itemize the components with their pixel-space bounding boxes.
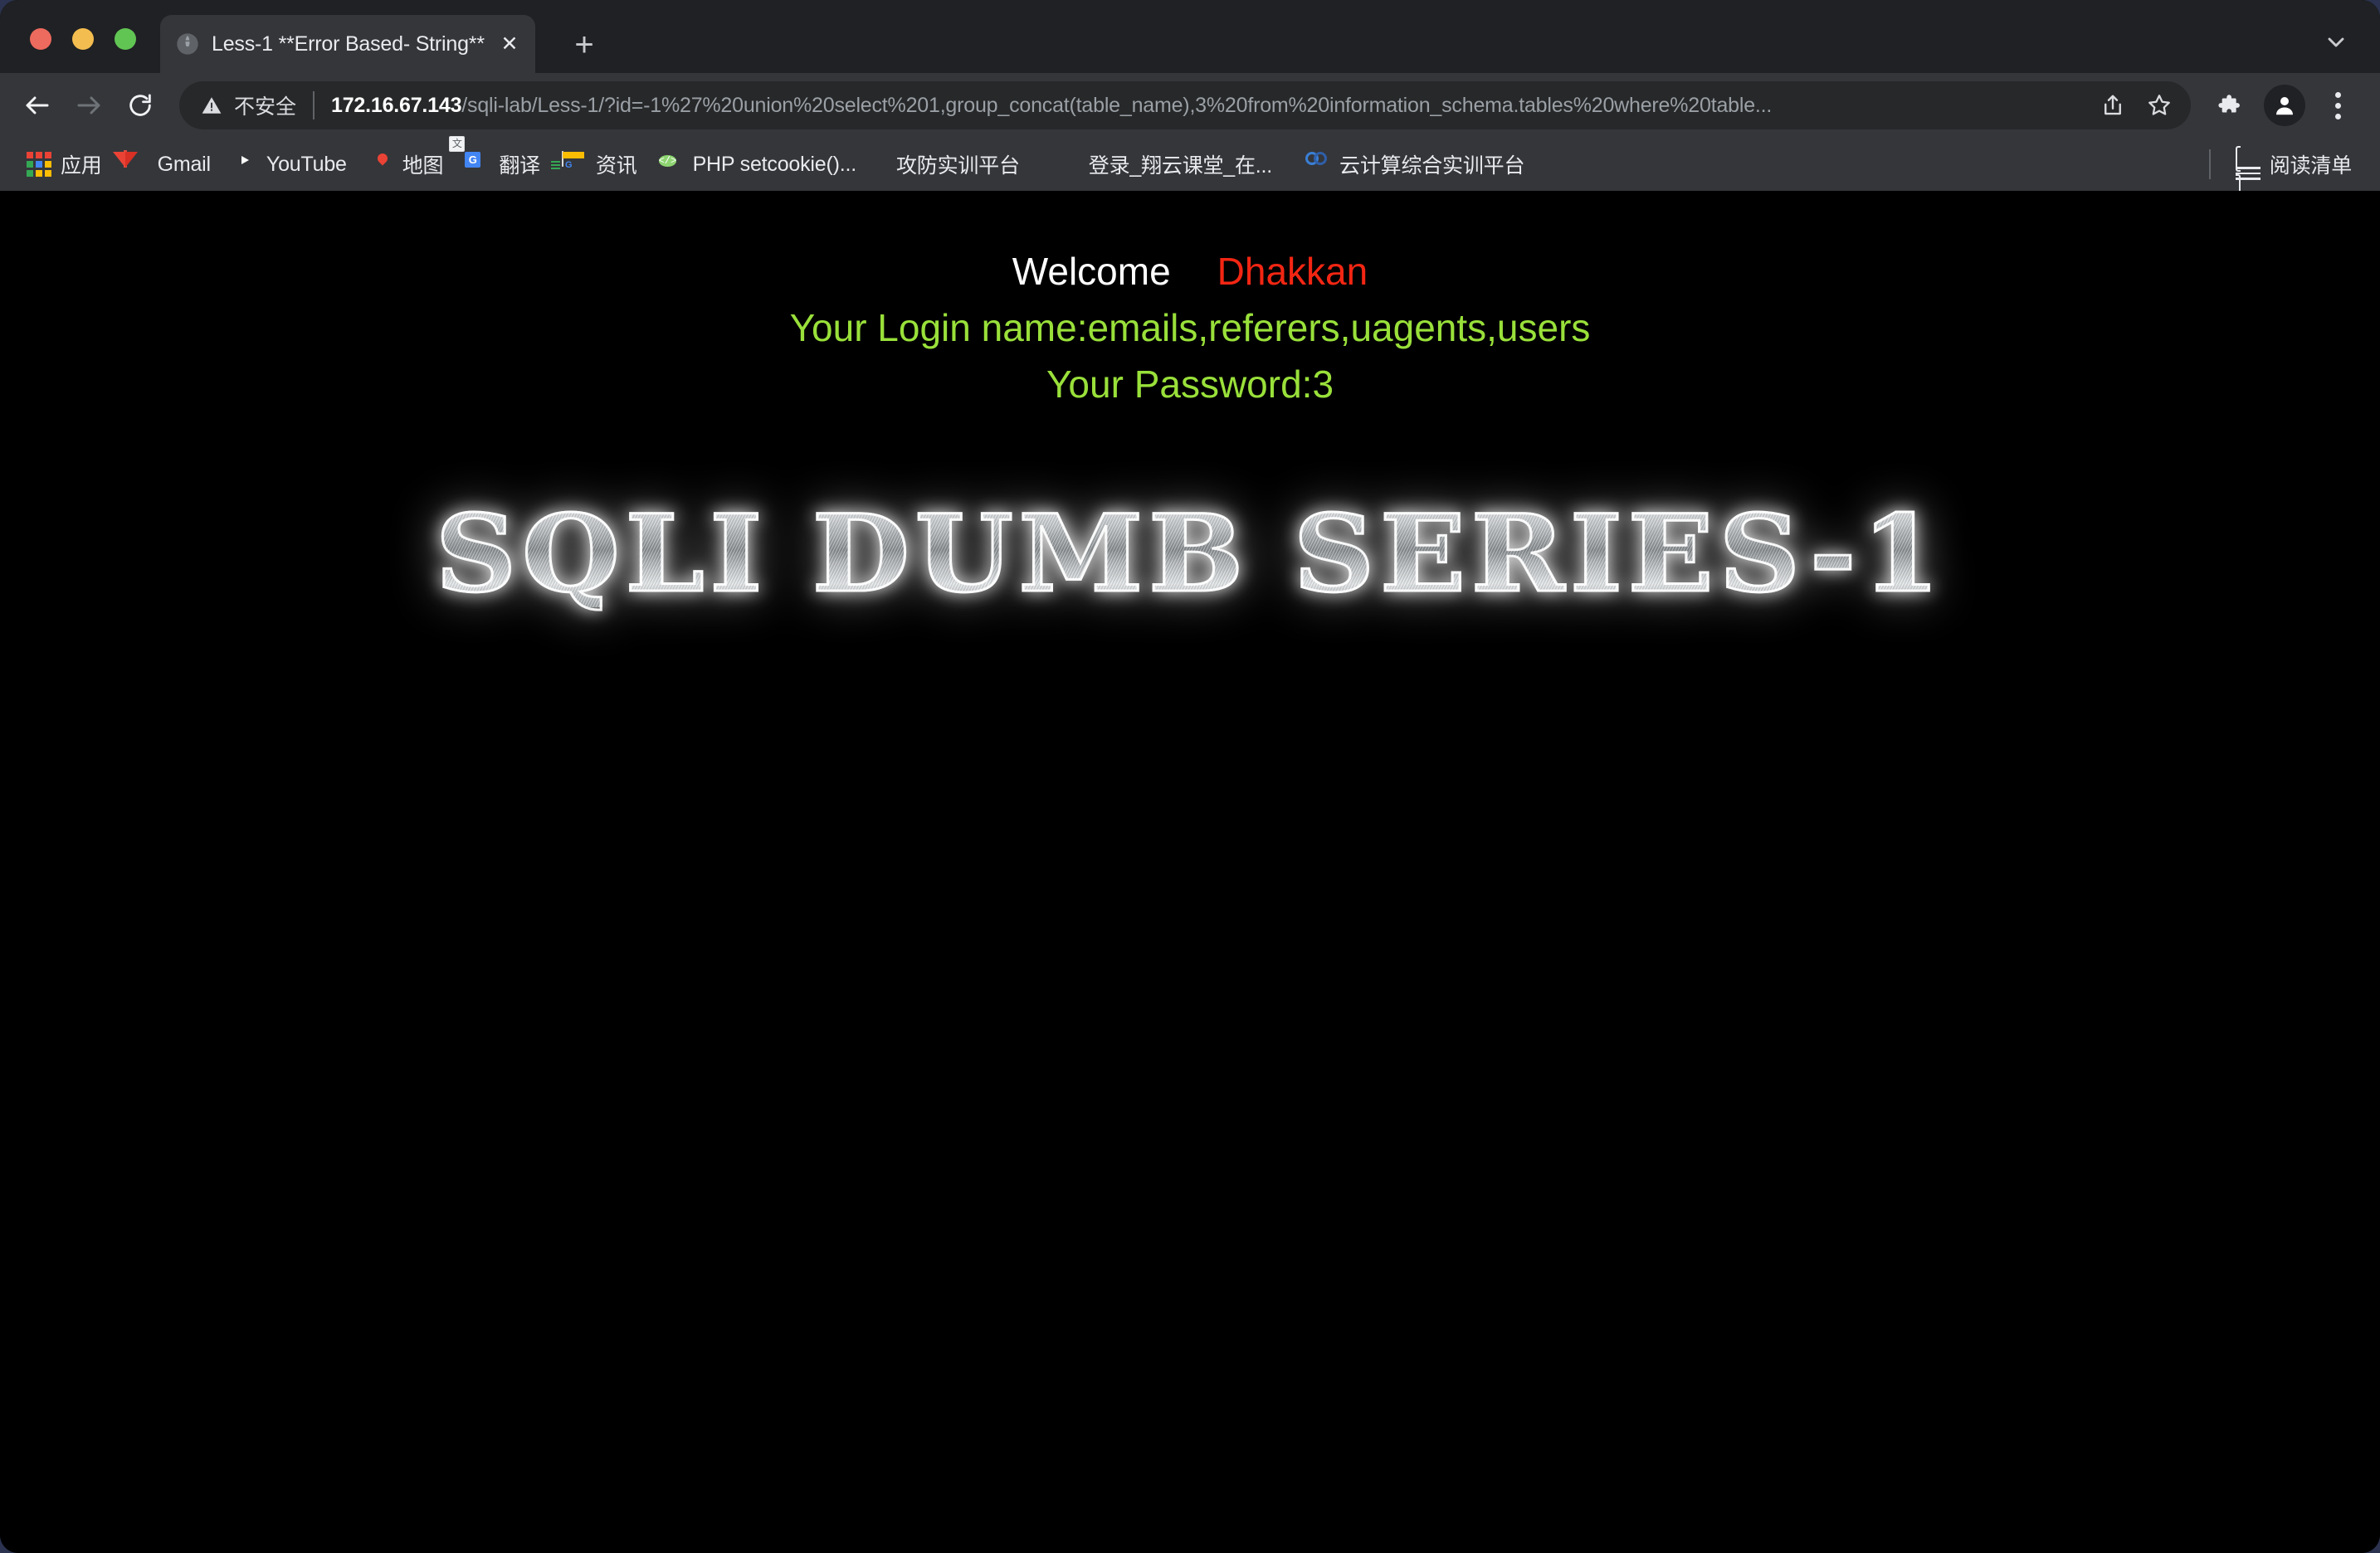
bookmark-cloud-computing-platform[interactable]: 云计算综合实训平台 bbox=[1297, 144, 1533, 184]
close-tab-button[interactable]: ✕ bbox=[495, 30, 524, 58]
url-text: 172.16.67.143/sqli-lab/Less-1/?id=-1%27%… bbox=[331, 94, 2090, 118]
person-avatar-icon[interactable] bbox=[2261, 81, 2309, 129]
bookmark-news[interactable]: G 资讯 bbox=[550, 144, 646, 184]
apps-grid-icon bbox=[27, 152, 51, 177]
bookmark-php-setcookie[interactable]: </> PHP setcookie()... bbox=[651, 144, 865, 184]
puzzle-piece-icon[interactable] bbox=[2207, 81, 2256, 129]
bookmarks-bar: 应用 Gmail YouTube 地图 G文 翻译 G 资讯 </ bbox=[0, 136, 2380, 200]
url-host: 172.16.67.143 bbox=[331, 93, 462, 117]
bookmark-attack-defense-platform[interactable]: 攻防实训平台 bbox=[888, 144, 1028, 184]
bookmark-maps[interactable]: 地图 bbox=[360, 144, 452, 184]
bookmark-label: 攻防实训平台 bbox=[895, 154, 1020, 178]
bookmark-label: 登录_翔云课堂_在... bbox=[1088, 154, 1273, 178]
chevron-down-icon[interactable] bbox=[2322, 28, 2350, 56]
window-controls bbox=[30, 28, 136, 50]
close-window-button[interactable] bbox=[30, 28, 51, 50]
browser-toolbar: 不安全 172.16.67.143/sqli-lab/Less-1/?id=-1… bbox=[0, 73, 2380, 138]
banner-wrapper: SQLI DUMB SERIES-1 bbox=[0, 492, 2380, 616]
bookmark-label: YouTube bbox=[266, 152, 347, 176]
bookmark-youtube[interactable]: YouTube bbox=[224, 144, 355, 184]
zoom-window-button[interactable] bbox=[115, 28, 136, 50]
security-status-label: 不安全 bbox=[234, 95, 297, 119]
browser-window: Less-1 **Error Based- String** ✕ + 不安全 1… bbox=[0, 0, 2380, 1553]
warning-triangle-icon bbox=[201, 95, 222, 116]
google-translate-icon: G文 bbox=[449, 136, 490, 177]
minimize-window-button[interactable] bbox=[72, 28, 94, 50]
address-bar[interactable]: 不安全 172.16.67.143/sqli-lab/Less-1/?id=-1… bbox=[179, 81, 2191, 129]
reading-list-button[interactable]: 阅读清单 bbox=[2227, 144, 2360, 200]
welcome-row: Welcome Dhakkan bbox=[0, 252, 2380, 290]
bookmark-apps[interactable]: 应用 bbox=[18, 144, 110, 184]
welcome-label: Welcome bbox=[1012, 250, 1171, 293]
reload-icon[interactable] bbox=[115, 80, 166, 131]
new-tab-button[interactable]: + bbox=[566, 27, 602, 63]
bookmark-xiangyun-classroom[interactable]: 登录_翔云课堂_在... bbox=[1046, 144, 1280, 184]
menu-dots bbox=[2334, 91, 2341, 119]
bookmark-label: 云计算综合实训平台 bbox=[1339, 154, 1525, 178]
sqli-dumb-series-banner: SQLI DUMB SERIES-1 bbox=[434, 492, 1945, 616]
google-news-icon: G bbox=[550, 151, 587, 177]
bookmark-label: Gmail bbox=[157, 152, 211, 176]
tab-strip: Less-1 **Error Based- String** ✕ + bbox=[0, 0, 2380, 73]
gmail-icon bbox=[123, 150, 149, 177]
three-dot-menu-icon[interactable] bbox=[2314, 81, 2362, 129]
sqli-lab-page: Welcome Dhakkan Your Login name:emails,re… bbox=[0, 191, 2380, 1553]
share-icon[interactable] bbox=[2090, 82, 2136, 129]
reading-list-label: 阅读清单 bbox=[2269, 154, 2352, 178]
bookmarks-divider bbox=[2208, 149, 2211, 179]
omnibox-divider bbox=[313, 91, 315, 119]
back-arrow-icon[interactable] bbox=[12, 80, 63, 131]
google-maps-icon bbox=[368, 152, 393, 177]
url-path: /sqli-lab/Less-1/?id=-1%27%20union%20sel… bbox=[461, 93, 1773, 117]
globe-icon bbox=[175, 32, 200, 56]
bookmark-label: 应用 bbox=[61, 154, 102, 178]
login-name-line: Your Login name:emails,referers,uagents,… bbox=[789, 306, 1591, 349]
cloud-rings-icon bbox=[1305, 152, 1330, 177]
page-viewport: Welcome Dhakkan Your Login name:emails,re… bbox=[0, 191, 2380, 1553]
xiangyun-icon bbox=[1055, 152, 1080, 177]
password-line: Your Password:3 bbox=[1046, 363, 1334, 406]
bookmark-label: 资讯 bbox=[595, 154, 637, 178]
user-name: Dhakkan bbox=[1217, 250, 1368, 293]
bookmark-translate[interactable]: G文 翻译 bbox=[449, 136, 549, 184]
forward-arrow-icon bbox=[63, 80, 115, 131]
bookmark-label: PHP setcookie()... bbox=[692, 152, 857, 176]
tab-title: Less-1 **Error Based- String** bbox=[212, 32, 485, 56]
avatar bbox=[2264, 85, 2305, 126]
star-icon[interactable] bbox=[2136, 82, 2182, 129]
bookmark-label: 地图 bbox=[402, 154, 444, 178]
reading-list-area: 阅读清单 bbox=[2206, 144, 2365, 200]
reading-list-icon bbox=[2235, 146, 2261, 200]
php-code-icon: </> bbox=[658, 155, 677, 167]
bookmark-label: 翻译 bbox=[499, 154, 540, 178]
bookmark-gmail[interactable]: Gmail bbox=[115, 144, 219, 184]
youtube-icon bbox=[232, 152, 257, 177]
browser-tab[interactable]: Less-1 **Error Based- String** ✕ bbox=[160, 15, 535, 73]
